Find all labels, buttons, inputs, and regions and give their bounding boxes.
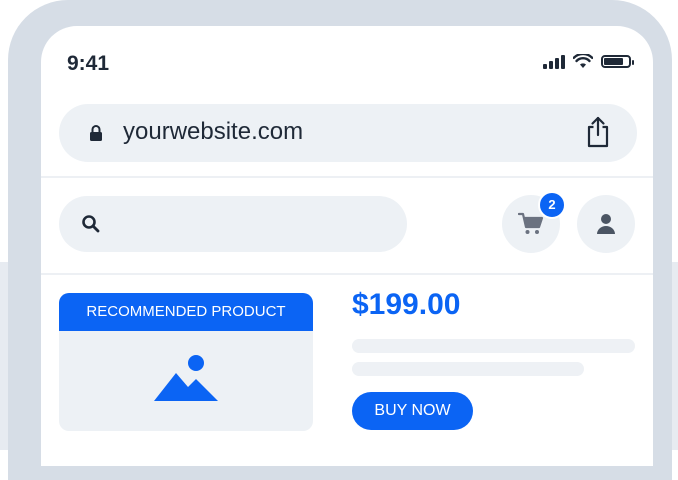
battery-level: [604, 58, 623, 65]
lock-icon: [90, 125, 102, 141]
user-icon: [597, 214, 615, 234]
user-button[interactable]: [577, 195, 635, 253]
image-placeholder-icon: [154, 355, 218, 401]
signal-icon: [543, 54, 565, 69]
divider-middle: [41, 273, 653, 275]
share-icon[interactable]: [585, 116, 611, 148]
address-bar[interactable]: yourwebsite.com: [59, 104, 637, 162]
phone-frame: 9:41 yourwebsite.com 2 RECOMMENDED PRODU…: [8, 0, 672, 480]
battery-icon: [601, 55, 634, 68]
search-icon: [82, 215, 100, 233]
status-icons: [543, 54, 634, 69]
product-price: $199.00: [352, 288, 461, 321]
wifi-icon: [573, 54, 593, 68]
cart-icon: [518, 212, 544, 234]
phone-screen: 9:41 yourwebsite.com 2 RECOMMENDED PRODU…: [41, 26, 653, 466]
description-placeholder-line: [352, 339, 635, 353]
search-input[interactable]: [59, 196, 407, 252]
cart-count-badge: 2: [538, 191, 566, 219]
recommended-label: RECOMMENDED PRODUCT: [59, 293, 313, 331]
buy-now-button[interactable]: BUY NOW: [352, 392, 473, 430]
description-placeholder-line: [352, 362, 584, 376]
product-card[interactable]: RECOMMENDED PRODUCT: [59, 293, 313, 431]
url-text: yourwebsite.com: [123, 118, 304, 145]
status-time: 9:41: [67, 52, 110, 75]
divider-top: [41, 176, 653, 178]
